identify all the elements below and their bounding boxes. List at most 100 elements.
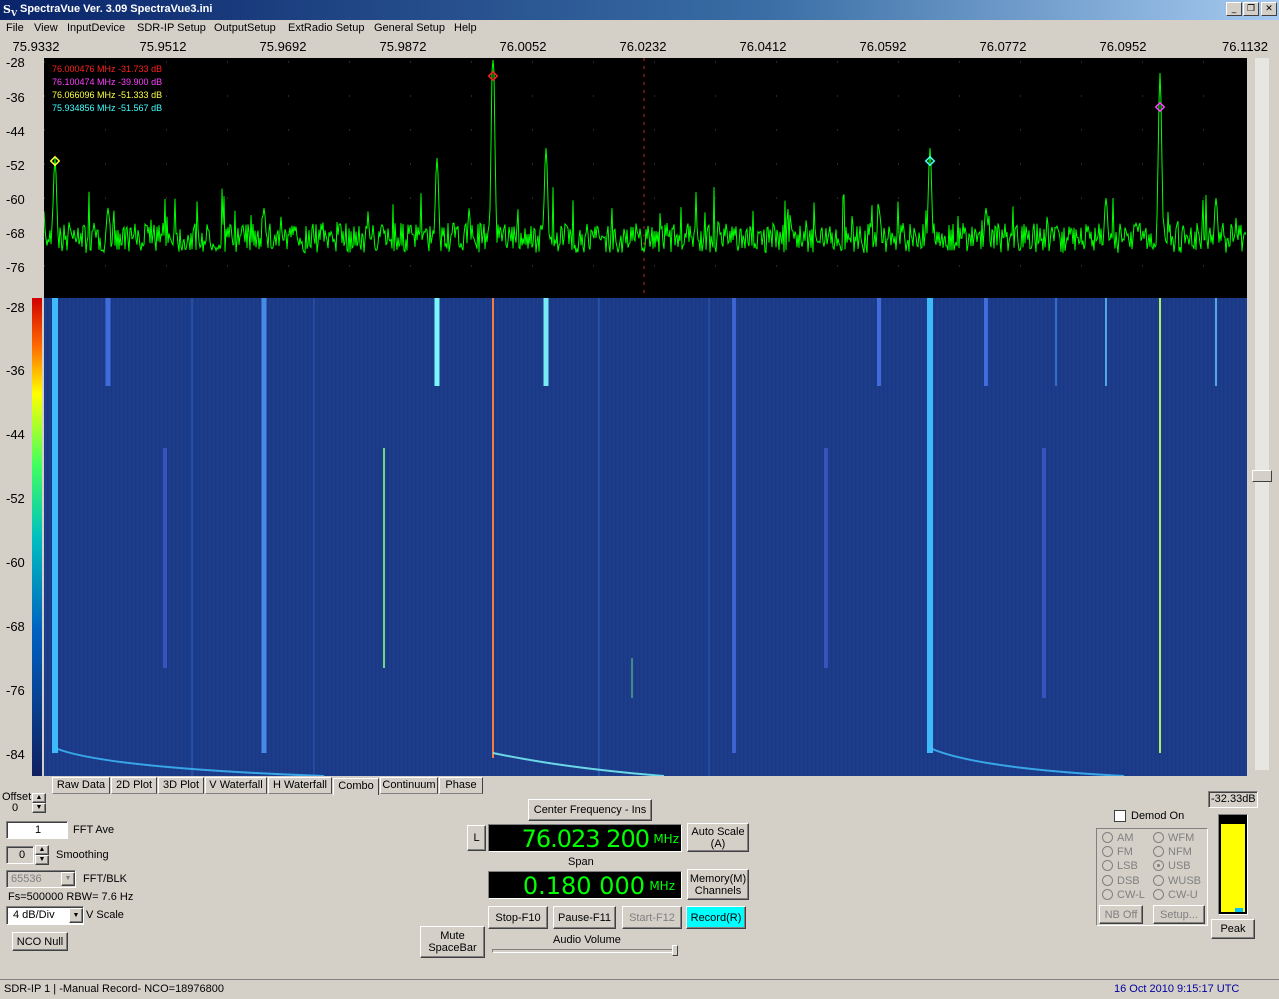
smoothing-down-button[interactable]: ▼ <box>35 855 49 865</box>
mode-dsb-radio[interactable]: DSB <box>1102 875 1140 887</box>
menu-extradio-setup[interactable]: ExtRadio Setup <box>288 22 364 34</box>
menu-view[interactable]: View <box>34 22 58 34</box>
peak-button[interactable]: Peak <box>1211 919 1255 939</box>
start-button[interactable]: Start-F12 <box>622 906 682 929</box>
mode-wusb-radio[interactable]: WUSB <box>1153 875 1201 887</box>
chevron-down-icon: ▼ <box>61 872 75 886</box>
waterfall-sweep <box>492 752 665 776</box>
mode-label: USB <box>1168 860 1191 872</box>
tab-continuum[interactable]: Continuum <box>380 777 438 794</box>
waterfall-trace <box>877 298 881 386</box>
vertical-scrollbar[interactable] <box>1255 58 1269 770</box>
mode-wfm-radio[interactable]: WFM <box>1153 832 1194 844</box>
memory-channels-button[interactable]: Memory(M) Channels <box>687 869 749 900</box>
close-button[interactable]: ✕ <box>1261 2 1277 16</box>
mode-lsb-radio[interactable]: LSB <box>1102 860 1138 872</box>
mode-cw-u-radio[interactable]: CW-U <box>1153 889 1198 901</box>
waterfall-trace <box>543 298 549 386</box>
mode-am-radio[interactable]: AM <box>1102 832 1134 844</box>
db-tick: -36 <box>6 363 25 378</box>
waterfall-trace <box>492 298 494 758</box>
fft-ave-label: FFT Ave <box>73 824 115 836</box>
auto-scale-button[interactable]: Auto Scale (A) <box>687 823 749 852</box>
freq-tick: 75.9332 <box>12 39 60 54</box>
waterfall-trace <box>1042 448 1046 698</box>
marker-readouts: 76.000476 MHz -31.733 dB 76.100474 MHz -… <box>52 63 162 115</box>
vscale-value: 4 dB/Div <box>13 909 55 921</box>
mode-label: NFM <box>1168 846 1192 858</box>
tab-3d-plot[interactable]: 3D Plot <box>158 777 204 794</box>
fft-blk-label: FFT/BLK <box>83 873 128 885</box>
freq-tick: 76.0412 <box>739 39 787 54</box>
menu-general-setup[interactable]: General Setup <box>374 22 445 34</box>
waterfall-sweep <box>54 747 325 776</box>
chevron-down-icon: ▼ <box>69 908 83 923</box>
menu-inputdevice[interactable]: InputDevice <box>67 22 125 34</box>
mute-button[interactable]: Mute SpaceBar <box>420 926 485 958</box>
span-display[interactable]: 0.180 000 MHz <box>488 871 682 900</box>
offset-down-button[interactable]: ▼ <box>32 803 46 813</box>
sv-logo-icon: SV <box>3 3 18 19</box>
tab-combo[interactable]: Combo <box>333 778 379 795</box>
center-frequency-button[interactable]: Center Frequency - Ins <box>528 799 652 821</box>
span-value: 0.180 000 <box>522 872 645 900</box>
mode-label: WUSB <box>1168 875 1201 887</box>
db-tick: -68 <box>6 226 25 241</box>
signal-level-value: -32.33dB <box>1211 793 1256 805</box>
audio-volume-thumb[interactable] <box>672 945 678 956</box>
fft-ave-input[interactable]: 1 <box>6 821 68 839</box>
tab-phase[interactable]: Phase <box>439 777 483 794</box>
title-bar: SV SpectraVue Ver. 3.09 SpectraVue3.ini … <box>0 0 1279 20</box>
waterfall-display[interactable] <box>44 298 1247 776</box>
setup-button[interactable]: Setup... <box>1153 905 1205 924</box>
fft-blk-select[interactable]: 65536 ▼ <box>6 870 76 888</box>
scroll-thumb[interactable] <box>1252 470 1272 482</box>
demod-on-checkbox[interactable] <box>1114 810 1126 822</box>
waterfall-trace <box>313 298 315 776</box>
marker-readout: 76.000476 MHz -31.733 dB <box>52 64 163 74</box>
freq-tick: 75.9872 <box>379 39 427 54</box>
spectrum-trace <box>44 58 1247 298</box>
window-title: SpectraVue Ver. 3.09 SpectraVue3.ini <box>20 3 213 15</box>
db-tick: -44 <box>6 124 25 139</box>
db-tick: -76 <box>6 683 25 698</box>
menu-outputsetup[interactable]: OutputSetup <box>214 22 276 34</box>
waterfall-trace <box>383 448 385 668</box>
spectrum-plot[interactable]: 76.000476 MHz -31.733 dB 76.100474 MHz -… <box>44 58 1247 298</box>
vscale-select[interactable]: 4 dB/Div ▼ <box>6 906 84 925</box>
mode-usb-radio[interactable]: USB <box>1153 860 1191 872</box>
record-button[interactable]: Record(R) <box>686 906 746 929</box>
smoothing-label: Smoothing <box>56 849 109 861</box>
pause-button[interactable]: Pause-F11 <box>553 906 616 929</box>
menu-help[interactable]: Help <box>454 22 477 34</box>
mode-cw-l-radio[interactable]: CW-L <box>1102 889 1145 901</box>
tab-raw-data[interactable]: Raw Data <box>52 777 110 794</box>
center-frequency-display[interactable]: 76.023 200 MHz <box>488 824 682 853</box>
menu-sdr-ip-setup[interactable]: SDR-IP Setup <box>137 22 206 34</box>
span-unit: MHz <box>649 879 675 893</box>
mode-label: LSB <box>1117 860 1138 872</box>
fs-rbw-info: Fs=500000 RBW= 7.6 Hz <box>8 891 134 903</box>
nco-null-button[interactable]: NCO Null <box>12 932 68 951</box>
mode-label: FM <box>1117 846 1133 858</box>
db-tick: -28 <box>6 300 25 315</box>
tab-h-waterfall[interactable]: H Waterfall <box>268 777 332 794</box>
l-button[interactable]: L <box>467 825 486 851</box>
waterfall-traces <box>52 298 1217 776</box>
stop-button[interactable]: Stop-F10 <box>488 906 548 929</box>
smoothing-value: 0 <box>19 849 26 861</box>
mode-nfm-radio[interactable]: NFM <box>1153 846 1192 858</box>
smoothing-input[interactable]: 0 <box>6 846 34 864</box>
marker-readout: 75.934856 MHz -51.567 dB <box>52 103 163 113</box>
restore-button[interactable]: ❐ <box>1243 2 1259 16</box>
tab-v-waterfall[interactable]: V Waterfall <box>205 777 267 794</box>
signal-meter-fill <box>1221 824 1245 912</box>
nb-off-button[interactable]: NB Off <box>1099 905 1143 924</box>
spectrum-line <box>44 59 1247 254</box>
minimize-button[interactable]: _ <box>1226 2 1242 16</box>
waterfall-trace <box>1215 298 1217 386</box>
audio-volume-slider[interactable] <box>492 949 678 953</box>
mode-fm-radio[interactable]: FM <box>1102 846 1133 858</box>
tab-2d-plot[interactable]: 2D Plot <box>111 777 157 794</box>
menu-file[interactable]: File <box>6 22 24 34</box>
